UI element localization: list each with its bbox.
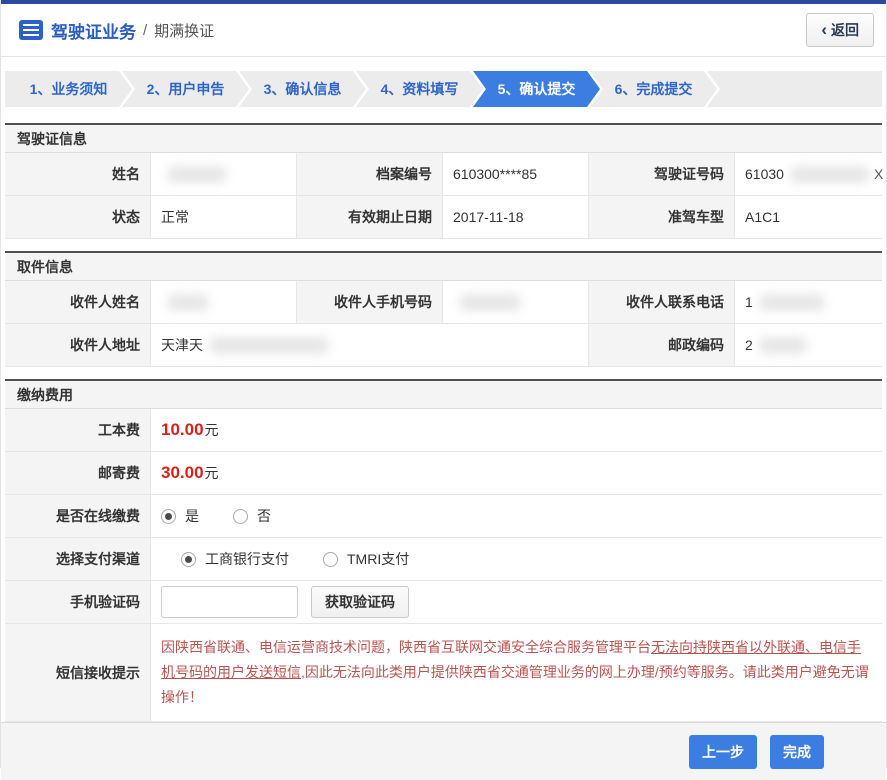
fees-section: 缴纳费用 工本费 10.00 元 邮寄费 30.00 元 是否在线缴费 是 否 …	[5, 379, 882, 722]
field-value-postal-code: 2	[735, 324, 882, 366]
field-label-license-number: 驾驶证号码	[589, 153, 735, 195]
field-value-name	[151, 153, 297, 195]
table-row: 是否在线缴费 是 否	[5, 495, 882, 538]
section-title-pickup: 取件信息	[5, 253, 882, 281]
field-value-recipient-address: 天津天	[151, 324, 589, 366]
table-row: 收件人姓名 收件人手机号码 收件人联系电话 1	[5, 281, 882, 324]
field-value-recipient-mobile	[443, 281, 589, 323]
field-label-work-fee: 工本费	[5, 409, 151, 451]
field-value-recipient-phone: 1	[735, 281, 882, 323]
previous-step-button[interactable]: 上一步	[689, 734, 757, 769]
radio-option-tmri-pay[interactable]: TMRI支付	[323, 549, 409, 569]
radio-option-label: 是	[185, 508, 199, 524]
license-info-section: 驾驶证信息 姓名 档案编号 610300****85 驾驶证号码 61030 X…	[5, 123, 883, 239]
field-label-status: 状态	[5, 196, 151, 238]
field-label-recipient-phone: 收件人联系电话	[589, 281, 735, 323]
field-value-pay-channel: 工商银行支付 TMRI支付	[151, 538, 882, 580]
table-row: 状态 正常 有效期止日期 2017-11-18 准驾车型 A1C1	[5, 196, 882, 239]
step-item-4[interactable]: 4、资料填写	[356, 71, 483, 107]
back-button[interactable]: ‹ 返回	[806, 13, 874, 47]
step-item-2[interactable]: 2、用户申告	[122, 71, 249, 107]
field-label-sms-code: 手机验证码	[5, 581, 151, 623]
field-value-file-number: 610300****85	[443, 153, 589, 195]
sms-notice-text: 因陕西省联通、电信运营商技术问题，陕西省互联网交通安全综合服务管理平台无法向持陕…	[161, 639, 869, 705]
field-label-postal-code: 邮政编码	[589, 324, 735, 366]
field-value-license-number: 61030 X	[745, 165, 884, 183]
masked-value	[758, 336, 807, 354]
step-item-3[interactable]: 3、确认信息	[239, 71, 366, 107]
radio-option-label: TMRI支付	[347, 551, 410, 567]
postage-fee-amount: 30.00	[161, 463, 204, 482]
radio-unchecked-icon	[233, 508, 248, 524]
radio-option-label: 否	[257, 508, 271, 524]
step-item-5-active[interactable]: 5、确认提交	[473, 71, 600, 107]
pickup-info-section: 取件信息 收件人姓名 收件人手机号码 收件人联系电话 1 收件人地址 天津天 邮…	[5, 251, 882, 367]
masked-value	[209, 336, 329, 354]
radio-option-label: 工商银行支付	[205, 551, 289, 567]
field-value-recipient-name	[151, 281, 297, 323]
page-subtitle: 期满换证	[154, 22, 215, 40]
table-row: 邮寄费 30.00 元	[5, 452, 882, 495]
page-title: 驾驶证业务	[51, 22, 136, 42]
step-item-6[interactable]: 6、完成提交	[590, 71, 717, 107]
finish-button[interactable]: 完成	[770, 734, 824, 769]
masked-value	[758, 293, 825, 311]
section-title-license: 驾驶证信息	[5, 125, 882, 153]
field-value-sms-code: 获取验证码	[151, 581, 882, 623]
field-value-postage-fee: 30.00 元	[151, 452, 882, 494]
get-code-button[interactable]: 获取验证码	[311, 586, 409, 618]
section-title-fees: 缴纳费用	[5, 381, 882, 409]
masked-value	[789, 165, 870, 183]
step-nav: 1、业务须知 2、用户申告 3、确认信息 4、资料填写 5、确认提交 6、完成提…	[5, 71, 882, 107]
breadcrumb-divider: /	[143, 21, 148, 39]
field-label-file-number: 档案编号	[297, 153, 443, 195]
field-value-vehicle-class: A1C1	[745, 209, 781, 225]
masked-value	[167, 165, 227, 183]
table-row: 收件人地址 天津天 邮政编码 2	[5, 324, 882, 367]
field-label-recipient-name: 收件人姓名	[5, 281, 151, 323]
field-label-expiry-date: 有效期止日期	[297, 196, 443, 238]
step-item-1[interactable]: 1、业务须知	[5, 71, 132, 107]
step-nav-filler	[707, 71, 882, 107]
field-value-sms-notice: 因陕西省联通、电信运营商技术问题，陕西省互联网交通安全综合服务管理平台无法向持陕…	[151, 624, 882, 721]
table-row: 手机验证码 获取验证码	[5, 581, 882, 624]
page-header: 驾驶证业务 / 期满换证 ‹ 返回	[1, 4, 886, 57]
work-fee-unit: 元	[204, 422, 219, 438]
field-label-postage-fee: 邮寄费	[5, 452, 151, 494]
radio-option-no[interactable]: 否	[233, 506, 271, 526]
masked-value	[167, 293, 209, 311]
field-label-online-pay: 是否在线缴费	[5, 495, 151, 537]
radio-checked-icon	[181, 551, 196, 567]
form-list-icon	[19, 20, 43, 40]
field-value-online-pay: 是 否	[151, 495, 882, 537]
radio-unchecked-icon	[323, 551, 338, 567]
field-label-pay-channel: 选择支付渠道	[5, 538, 151, 580]
field-value-status: 正常	[151, 196, 297, 238]
field-label-recipient-mobile: 收件人手机号码	[297, 281, 443, 323]
field-label-name: 姓名	[5, 153, 151, 195]
table-row: 工本费 10.00 元	[5, 409, 882, 452]
chevron-left-icon: ‹	[821, 20, 827, 39]
field-label-recipient-address: 收件人地址	[5, 324, 151, 366]
field-value-work-fee: 10.00 元	[151, 409, 882, 451]
radio-option-yes[interactable]: 是	[161, 506, 199, 526]
table-row: 短信接收提示 因陕西省联通、电信运营商技术问题，陕西省互联网交通安全综合服务管理…	[5, 624, 882, 722]
table-row: 选择支付渠道 工商银行支付 TMRI支付	[5, 538, 882, 581]
back-button-label: 返回	[831, 22, 859, 38]
table-row: 姓名 档案编号 610300****85 驾驶证号码 61030 X	[5, 153, 883, 196]
radio-option-icbc-pay[interactable]: 工商银行支付	[181, 549, 289, 569]
field-value-expiry-date: 2017-11-18	[443, 196, 589, 238]
radio-checked-icon	[161, 508, 176, 524]
field-label-vehicle-class: 准驾车型	[589, 196, 735, 238]
field-label-sms-notice: 短信接收提示	[5, 624, 151, 721]
footer-action-bar: 上一步 完成	[1, 722, 886, 780]
postage-fee-unit: 元	[204, 465, 219, 481]
sms-code-input[interactable]	[161, 586, 298, 618]
masked-value	[459, 293, 521, 311]
work-fee-amount: 10.00	[161, 420, 204, 439]
